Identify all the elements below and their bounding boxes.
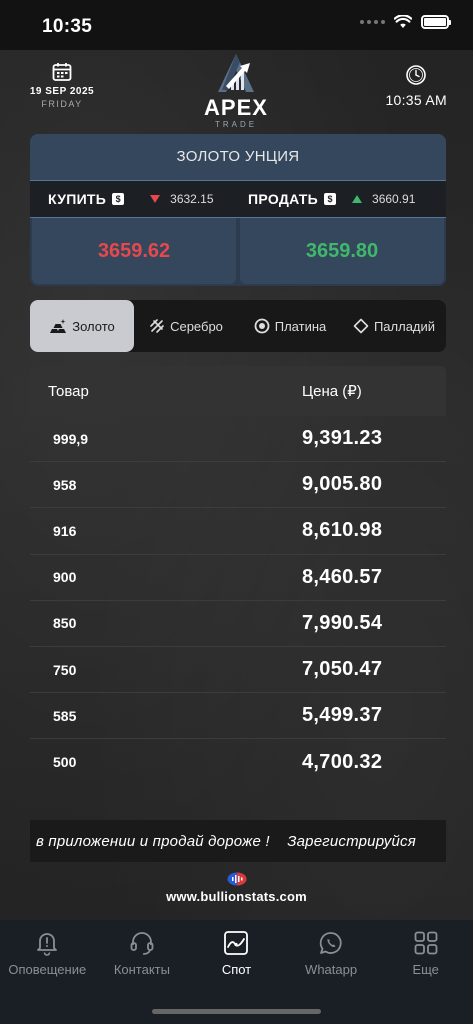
- row-product: 900: [53, 569, 77, 586]
- nav-more-label: Еще: [412, 962, 439, 977]
- tab-gold[interactable]: Золото: [30, 300, 134, 352]
- price-boxes: 3659.62 3659.80: [30, 218, 446, 284]
- buy-header: КУПИТЬ $ 3632.15: [30, 181, 238, 217]
- nav-contacts-label: Контакты: [113, 962, 170, 977]
- column-header-price: Цена (₽): [302, 383, 362, 400]
- row-product: 999,9: [53, 430, 89, 447]
- clock-block: 10:35 AM: [385, 64, 447, 108]
- row-product: 916: [53, 522, 77, 539]
- row-price: 9,391.23: [302, 427, 383, 450]
- news-ticker: в приложении и продай дороже ! Зарегистр…: [30, 820, 446, 862]
- row-price: 9,005.80: [302, 473, 383, 496]
- sell-high-price: 3660.91: [372, 192, 416, 206]
- spot-chart-icon: [224, 931, 249, 955]
- status-icons: [360, 15, 451, 29]
- row-price: 5,499.37: [302, 704, 383, 727]
- logo-name: APEX: [204, 95, 268, 120]
- table-row: 585 5,499.37: [30, 693, 446, 740]
- dollar-icon: $: [112, 193, 125, 205]
- table-row: 916 8,610.98: [30, 508, 446, 555]
- buy-low-price: 3632.15: [170, 192, 214, 206]
- row-price: 4,700.32: [302, 750, 383, 773]
- tab-silver-label: Серебро: [170, 318, 223, 334]
- sell-header: ПРОДАТЬ $ 3660.91: [238, 181, 446, 217]
- nav-spot-label: Спот: [221, 962, 252, 977]
- apex-trade-logo: APEX TRADE: [196, 52, 276, 129]
- table-row: 750 7,050.47: [30, 647, 446, 694]
- platinum-icon: [254, 318, 270, 334]
- tab-palladium[interactable]: Палладий: [342, 300, 446, 352]
- data-source[interactable]: www.bullionstats.com: [0, 872, 473, 904]
- nav-more[interactable]: Еще: [378, 920, 473, 1024]
- sell-price: 3659.80: [240, 218, 444, 284]
- buy-price: 3659.62: [32, 218, 236, 284]
- grid-more-icon: [414, 931, 438, 955]
- headset-icon: [130, 932, 154, 955]
- clock-icon: [406, 65, 427, 85]
- tab-gold-label: Золото: [72, 318, 115, 334]
- current-time: 10:35 AM: [385, 92, 447, 108]
- row-price: 7,050.47: [302, 658, 383, 681]
- current-day: FRIDAY: [41, 99, 83, 109]
- cellular-signal-icon: [360, 20, 385, 24]
- battery-icon: [421, 15, 451, 29]
- buy-label: КУПИТЬ: [48, 191, 107, 207]
- table-row: 900 8,460.57: [30, 555, 446, 601]
- arrow-down-icon: [150, 195, 161, 203]
- row-price: 8,610.98: [302, 519, 383, 542]
- wifi-icon: [394, 15, 412, 28]
- table-row: 500 4,700.32: [30, 739, 446, 785]
- nav-alerts-label: Оповещение: [8, 962, 87, 977]
- table-header: Товар Цена (₽): [30, 366, 446, 416]
- row-product: 750: [53, 661, 77, 678]
- logo-subtitle: TRADE: [214, 120, 258, 129]
- silver-icon: [150, 319, 164, 333]
- row-price: 8,460.57: [302, 565, 383, 588]
- row-product: 585: [53, 707, 77, 724]
- price-table: Товар Цена (₽) 999,9 9,391.23 958 9,005.…: [30, 366, 446, 786]
- date-block: 19 SEP 2025 FRIDAY: [20, 62, 104, 109]
- source-link[interactable]: www.bullionstats.com: [0, 889, 473, 904]
- nav-whatsapp-label: Whatapp: [305, 962, 358, 977]
- header: 19 SEP 2025 FRIDAY APEX TRADE 10:35 AM: [0, 50, 473, 130]
- ticker-text: в приложении и продай дороже ! Зарегистр…: [36, 832, 416, 850]
- metal-tabs: Золото Серебро Платина Палладий: [30, 300, 446, 352]
- price-bar: КУПИТЬ $ 3632.15 ПРОДАТЬ $ 3660.91: [30, 180, 446, 218]
- status-bar: 10:35: [0, 0, 473, 50]
- dollar-icon: $: [324, 193, 337, 205]
- column-header-product: Товар: [48, 382, 89, 400]
- whatsapp-icon: [319, 932, 342, 954]
- palladium-icon: [353, 318, 369, 334]
- app-root: 10:35 19 SEP 2025 FRIDAY APEX TRADE 10:3…: [0, 0, 473, 1024]
- gold-ounce-price-card: ЗОЛОТО УНЦИЯ КУПИТЬ $ 3632.15 ПРОДАТЬ $ …: [30, 134, 446, 286]
- tab-platinum-label: Платина: [274, 318, 327, 334]
- arrow-up-icon: [352, 195, 363, 203]
- row-product: 500: [53, 754, 77, 771]
- tab-silver[interactable]: Серебро: [134, 300, 238, 352]
- sell-label: ПРОДАТЬ: [248, 191, 319, 207]
- table-row: 999,9 9,391.23: [30, 416, 446, 463]
- price-card-title: ЗОЛОТО УНЦИЯ: [30, 134, 446, 180]
- current-date: 19 SEP 2025: [29, 86, 95, 97]
- tab-platinum[interactable]: Платина: [238, 300, 342, 352]
- tab-palladium-label: Палладий: [373, 318, 436, 334]
- logo-mark-icon: [218, 54, 254, 92]
- row-product: 958: [53, 476, 77, 493]
- row-product: 850: [53, 615, 77, 632]
- table-row: 850 7,990.54: [30, 601, 446, 647]
- bullionstats-logo-icon: [227, 872, 246, 886]
- calendar-icon: [52, 63, 72, 81]
- row-price: 7,990.54: [302, 611, 383, 634]
- status-time: 10:35: [42, 16, 93, 37]
- bell-alert-icon: [37, 933, 58, 956]
- nav-alerts[interactable]: Оповещение: [0, 920, 95, 1024]
- home-indicator[interactable]: [152, 1009, 321, 1014]
- table-row: 958 9,005.80: [30, 462, 446, 509]
- gold-bars-icon: [50, 319, 67, 333]
